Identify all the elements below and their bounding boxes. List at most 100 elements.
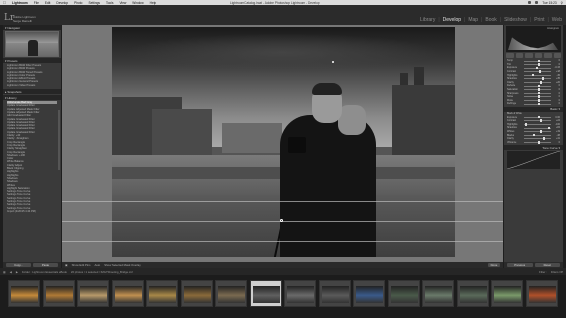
folder-path[interactable]: Folder : Lightroom Essentials eBook [22,270,67,274]
slider-track[interactable] [524,130,551,133]
filmstrip-thumbnail[interactable] [456,280,489,307]
menu-view[interactable]: View [119,1,126,5]
menu-edit[interactable]: Edit [45,1,51,5]
slider-track[interactable] [524,66,551,70]
slider-value[interactable]: -38 [553,134,560,137]
filmstrip-thumbnail[interactable] [525,280,558,307]
image-canvas[interactable] [62,25,503,262]
slider-knob[interactable] [537,99,540,102]
menu-develop[interactable]: Develop [56,1,68,5]
search-icon[interactable]: ⚲ [561,1,563,5]
menu-file[interactable]: File [34,1,39,5]
spot-removal-icon[interactable] [515,53,523,58]
slider-track[interactable] [524,123,551,126]
filmstrip-thumbnail[interactable] [387,280,420,307]
done-button[interactable]: Done [488,263,500,267]
copy-button[interactable]: Copy... [6,263,31,267]
slider-knob[interactable] [537,84,540,88]
slider-knob[interactable] [537,63,540,66]
menu-photo[interactable]: Photo [74,1,82,5]
module-library[interactable]: Library [420,17,435,23]
slider-value[interactable]: 0 [553,99,560,102]
slider-value[interactable]: +24 [553,119,560,122]
reset-button[interactable]: Reset [534,263,560,267]
loupe-view-icon[interactable]: ▣ [65,263,68,267]
slider-knob[interactable] [540,119,543,122]
menu-window[interactable]: Window [132,1,143,5]
slider-value[interactable]: +18 [553,70,560,73]
slider-value[interactable]: +20 [553,81,560,84]
filter-edit-pin[interactable] [332,61,334,63]
slider-track[interactable] [524,115,551,119]
slider-track[interactable] [524,119,551,122]
crop-tool-icon[interactable] [506,53,514,58]
slider-knob[interactable] [525,123,528,126]
wifi-icon[interactable] [528,1,532,4]
slider-value[interactable]: 0 [553,141,560,144]
menu-settings[interactable]: Settings [88,1,100,5]
slider-track[interactable] [524,77,551,81]
slider-knob[interactable] [542,77,545,81]
slider-track[interactable] [524,133,551,137]
forward-arrow-icon[interactable]: ▶ [16,270,18,274]
tone-curve-graph[interactable] [506,150,561,170]
red-eye-icon[interactable] [525,53,533,58]
slider-value[interactable]: -100 [553,123,560,126]
preset-folder[interactable]: Lightroom Video Presets [7,84,57,87]
navigator-header[interactable]: ▾ Navigator [3,25,61,30]
slider-track[interactable] [524,102,551,106]
menu-help[interactable]: Help [150,1,157,5]
slider-value[interactable]: 0 [553,84,560,87]
slider-track[interactable] [524,88,551,91]
slider-value[interactable]: 0 [553,95,560,98]
slider-value[interactable]: +41 [553,137,560,140]
slider-knob[interactable] [542,137,545,140]
filmstrip-thumbnail[interactable] [284,280,316,307]
menu-tools[interactable]: Tools [106,1,113,5]
slider-track[interactable] [524,140,551,144]
graduated-filter-line[interactable] [62,241,503,242]
filmstrip-thumbnail[interactable] [353,280,385,307]
slider-knob[interactable] [539,130,542,133]
module-print[interactable]: Print [534,17,544,23]
slider-knob[interactable] [537,88,540,91]
filmstrip-thumbnail[interactable] [215,280,247,307]
slider-track[interactable] [524,63,551,66]
back-arrow-icon[interactable]: ◀ [10,270,12,274]
slider-knob[interactable] [537,95,540,99]
slider-knob[interactable] [537,115,540,119]
slider-knob[interactable] [548,126,551,130]
adjustment-brush-icon[interactable] [553,53,561,58]
slider-value[interactable]: +19 [553,130,560,133]
left-panel-scrollbar[interactable] [58,110,60,170]
clock[interactable]: Tue 15:23 [542,1,556,5]
slider-knob[interactable] [537,140,540,144]
slider-value[interactable]: 0 [553,88,560,91]
slider-knob[interactable] [540,81,543,84]
menu-app-name[interactable]: Lightroom [12,1,28,5]
tone-curve-header[interactable]: Tone Curve ▾ [504,145,563,151]
show-edit-pins-select[interactable]: Auto [94,263,100,267]
slider-track[interactable] [524,99,551,102]
slider-knob[interactable] [537,102,540,106]
slider-track[interactable] [524,59,551,63]
histogram[interactable]: Histogram [506,26,561,52]
filmstrip-thumbnail[interactable] [146,280,178,307]
paste-button[interactable]: Paste [33,263,58,267]
slider-knob[interactable] [537,59,540,63]
slider-value[interactable]: 0.00 [553,116,560,119]
slider-track[interactable] [524,70,551,73]
mask-overlay-label[interactable]: Show Selected Mask Overlay [104,263,141,267]
slider-value[interactable]: 0 [553,63,560,66]
slider-value[interactable]: 0 [553,92,560,95]
filter-select[interactable]: Filters Off [551,270,563,274]
slider-track[interactable] [524,91,551,95]
navigator-preview[interactable] [5,31,59,57]
slider-value[interactable]: -45 [553,74,560,77]
battery-icon[interactable] [535,1,539,4]
slider-track[interactable] [524,126,551,130]
slider-vibrance[interactable]: Vibrance 0 [507,140,560,144]
filter-edit-pin[interactable] [280,219,283,222]
snapshots-header[interactable]: ▸ Snapshots [3,89,61,95]
history-item[interactable]: Import (4/20/15 4:44 PM) [7,210,57,213]
